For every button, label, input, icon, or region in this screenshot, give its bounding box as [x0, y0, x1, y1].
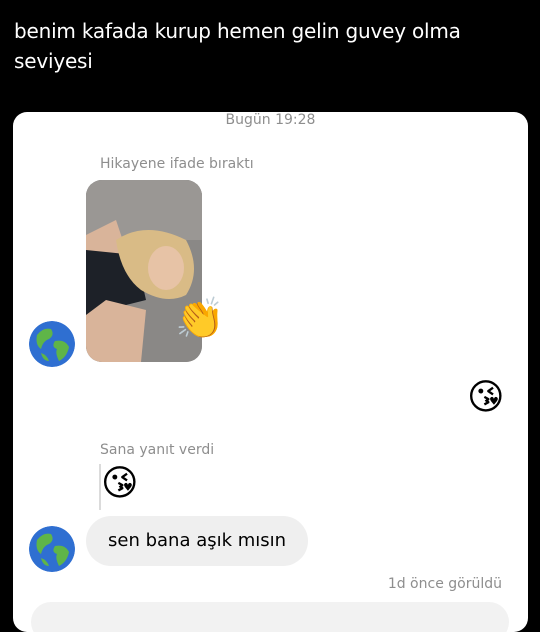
- message-bubble[interactable]: sen bana aşık mısın: [86, 516, 309, 566]
- seen-status: 1d önce görüldü: [387, 576, 502, 592]
- tweet-text: benim kafada kurup hemen gelin guvey olm…: [14, 19, 461, 73]
- globe-icon[interactable]: [29, 321, 75, 367]
- chat-timestamp: Bugün 19:28: [225, 112, 316, 128]
- message-composer[interactable]: [31, 602, 509, 632]
- face-blowing-kiss-icon: 😘: [467, 377, 505, 418]
- reply-caption: Sana yanıt verdi: [100, 442, 215, 458]
- clapping-hands-icon: 👏: [175, 296, 225, 342]
- chat-screenshot: Bugün 19:28 Hikayene ifade bıraktı 👏 😘 S…: [13, 112, 528, 632]
- story-reaction-caption: Hikayene ifade bıraktı: [100, 156, 254, 172]
- globe-icon[interactable]: [29, 526, 75, 572]
- quoted-kiss-icon: 😘: [101, 463, 139, 504]
